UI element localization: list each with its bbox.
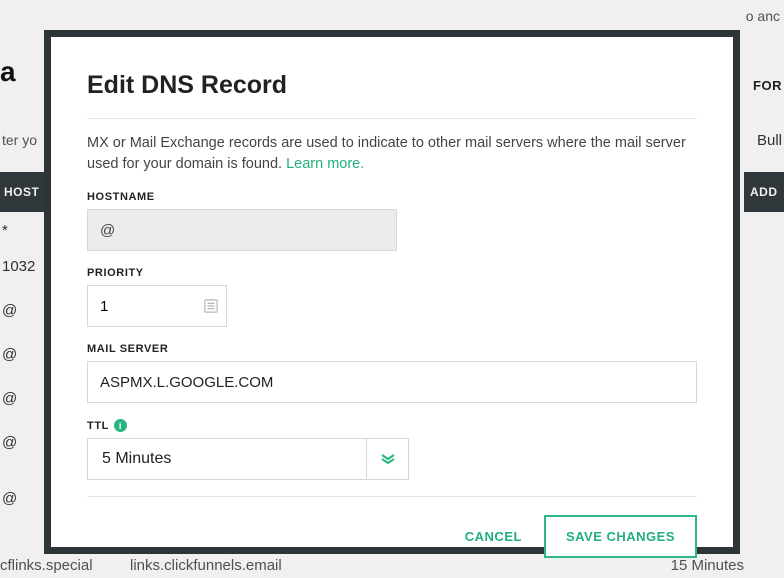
number-stepper-icon[interactable] bbox=[204, 299, 218, 313]
priority-label: PRIORITY bbox=[87, 267, 697, 279]
priority-group: PRIORITY bbox=[87, 267, 697, 327]
hostname-group: HOSTNAME @ bbox=[87, 191, 697, 251]
chevron-down-icon bbox=[381, 454, 395, 464]
edit-dns-record-modal: Edit DNS Record MX or Mail Exchange reco… bbox=[44, 30, 740, 554]
priority-input[interactable] bbox=[100, 298, 214, 315]
learn-more-link[interactable]: Learn more. bbox=[286, 156, 364, 172]
priority-field-wrap bbox=[87, 285, 227, 327]
mailserver-input[interactable] bbox=[87, 361, 697, 403]
cancel-button[interactable]: CANCEL bbox=[465, 529, 522, 544]
mailserver-group: MAIL SERVER bbox=[87, 343, 697, 403]
save-changes-button[interactable]: SAVE CHANGES bbox=[544, 515, 697, 558]
ttl-label-text: TTL bbox=[87, 420, 109, 432]
modal-title: Edit DNS Record bbox=[87, 71, 697, 100]
modal-footer: CANCEL SAVE CHANGES bbox=[87, 496, 697, 558]
ttl-select[interactable]: 5 Minutes bbox=[87, 438, 367, 480]
ttl-group: TTL i 5 Minutes bbox=[87, 419, 697, 480]
ttl-select-wrap: 5 Minutes bbox=[87, 438, 697, 480]
info-icon[interactable]: i bbox=[114, 419, 127, 432]
mailserver-label: MAIL SERVER bbox=[87, 343, 697, 355]
divider bbox=[87, 118, 697, 119]
hostname-label: HOSTNAME bbox=[87, 191, 697, 203]
ttl-dropdown-button[interactable] bbox=[367, 438, 409, 480]
description-text: MX or Mail Exchange records are used to … bbox=[87, 135, 686, 172]
ttl-label: TTL i bbox=[87, 419, 697, 432]
modal-description: MX or Mail Exchange records are used to … bbox=[87, 133, 697, 175]
hostname-field: @ bbox=[87, 209, 397, 251]
